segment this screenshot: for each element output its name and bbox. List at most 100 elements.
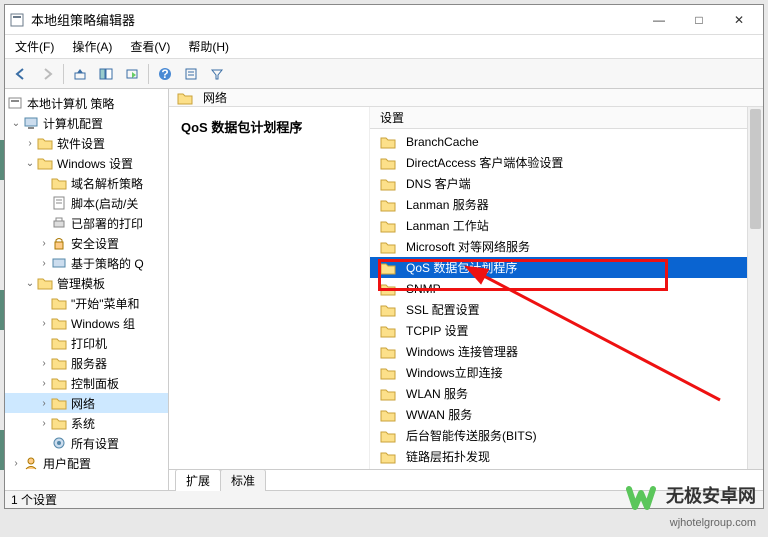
expand-icon[interactable]: › (37, 318, 51, 329)
toolbar: ? (5, 59, 763, 89)
folder-icon (380, 198, 396, 212)
list-item[interactable]: Microsoft 对等网络服务 (370, 236, 763, 257)
close-button[interactable]: ✕ (719, 6, 759, 34)
titlebar: 本地组策略编辑器 — □ ✕ (5, 5, 763, 35)
tree-label: 域名解析策略 (71, 175, 143, 192)
tree-computer-config[interactable]: ⌄ 计算机配置 (5, 113, 168, 133)
list-item[interactable]: 链路层拓扑发现 (370, 446, 763, 467)
list-item[interactable]: DirectAccess 客户端体验设置 (370, 152, 763, 173)
script-icon (51, 196, 67, 210)
list-item[interactable]: BranchCache (370, 131, 763, 152)
tree-root[interactable]: 本地计算机 策略 (5, 93, 168, 113)
help-button[interactable]: ? (153, 62, 177, 86)
scrollbar-thumb[interactable] (750, 109, 761, 229)
tree-scripts[interactable]: 脚本(启动/关 (5, 193, 168, 213)
list-item-label: DNS 客户端 (406, 175, 471, 192)
list-item[interactable]: Lanman 服务器 (370, 194, 763, 215)
back-button[interactable] (9, 62, 33, 86)
list-item[interactable]: SNMP (370, 278, 763, 299)
list-item-label: WWAN 服务 (406, 406, 472, 423)
folder-icon (177, 91, 193, 105)
tree-all-settings[interactable]: 所有设置 (5, 433, 168, 453)
tree-windows-settings[interactable]: ⌄ Windows 设置 (5, 153, 168, 173)
show-hide-tree-button[interactable] (94, 62, 118, 86)
tree-admin-templates[interactable]: ⌄ 管理模板 (5, 273, 168, 293)
list-item-label: QoS 数据包计划程序 (406, 259, 517, 276)
tree-security-settings[interactable]: › 安全设置 (5, 233, 168, 253)
up-button[interactable] (68, 62, 92, 86)
expand-icon[interactable]: › (23, 138, 37, 149)
tree-label: Windows 设置 (57, 155, 133, 172)
collapse-icon[interactable]: ⌄ (9, 118, 23, 129)
tree-label: 基于策略的 Q (71, 255, 144, 272)
folder-icon (37, 136, 53, 150)
folder-icon (380, 135, 396, 149)
list-item-label: BranchCache (406, 135, 479, 149)
folder-icon (51, 416, 67, 430)
settings-icon (51, 436, 67, 450)
tree-printers[interactable]: 打印机 (5, 333, 168, 353)
list-item-label: 后台智能传送服务(BITS) (406, 427, 537, 444)
folder-icon (380, 366, 396, 380)
expand-icon[interactable]: › (37, 418, 51, 429)
list-item[interactable]: SSL 配置设置 (370, 299, 763, 320)
column-header-setting[interactable]: 设置 (370, 107, 763, 129)
tree-user-config[interactable]: › 用户配置 (5, 453, 168, 473)
expand-icon[interactable]: › (37, 238, 51, 249)
collapse-icon[interactable]: ⌄ (23, 278, 37, 289)
tree-windows-components[interactable]: › Windows 组 (5, 313, 168, 333)
menu-file[interactable]: 文件(F) (11, 36, 58, 57)
tree-servers[interactable]: › 服务器 (5, 353, 168, 373)
policy-icon (7, 96, 23, 110)
list-item[interactable]: WLAN 服务 (370, 383, 763, 404)
list-item[interactable]: Lanman 工作站 (370, 215, 763, 236)
tree-start-menu[interactable]: "开始"菜单和 (5, 293, 168, 313)
list-item[interactable]: Windows立即连接 (370, 362, 763, 383)
folder-icon (51, 176, 67, 190)
list-item[interactable]: QoS 数据包计划程序 (370, 257, 763, 278)
folder-icon (380, 429, 396, 443)
minimize-button[interactable]: — (639, 6, 679, 34)
list-item[interactable]: 后台智能传送服务(BITS) (370, 425, 763, 446)
maximize-button[interactable]: □ (679, 6, 719, 34)
menu-action[interactable]: 操作(A) (68, 36, 116, 57)
export-button[interactable] (120, 62, 144, 86)
expand-icon[interactable]: › (9, 458, 23, 469)
list-item[interactable]: DNS 客户端 (370, 173, 763, 194)
menu-view[interactable]: 查看(V) (126, 36, 174, 57)
expand-icon[interactable]: › (37, 378, 51, 389)
tree-control-panel[interactable]: › 控制面板 (5, 373, 168, 393)
list-item[interactable]: Windows 连接管理器 (370, 341, 763, 362)
tree-dns-policy[interactable]: 域名解析策略 (5, 173, 168, 193)
forward-button[interactable] (35, 62, 59, 86)
detail-list-pane: 设置 BranchCache DirectAccess 客户端体验设置 DNS 客户… (369, 107, 763, 469)
folder-icon (380, 261, 396, 275)
tab-standard[interactable]: 标准 (220, 469, 266, 491)
list-item[interactable]: TCPIP 设置 (370, 320, 763, 341)
properties-button[interactable] (179, 62, 203, 86)
list-item[interactable]: WWAN 服务 (370, 404, 763, 425)
app-window: 本地组策略编辑器 — □ ✕ 文件(F) 操作(A) 查看(V) 帮助(H) ?… (4, 4, 764, 509)
filter-button[interactable] (205, 62, 229, 86)
scrollbar[interactable] (747, 107, 763, 469)
tree-label: 打印机 (71, 335, 107, 352)
folder-icon (380, 156, 396, 170)
folder-icon (380, 408, 396, 422)
tree-label: 脚本(启动/关 (71, 195, 138, 212)
expand-icon[interactable]: › (37, 398, 51, 409)
list-item-label: SSL 配置设置 (406, 301, 480, 318)
path-label: 网络 (203, 89, 227, 106)
collapse-icon[interactable]: ⌄ (23, 158, 37, 169)
tab-extended[interactable]: 扩展 (175, 469, 221, 491)
expand-icon[interactable]: › (37, 258, 51, 269)
tree-system[interactable]: › 系统 (5, 413, 168, 433)
expand-icon[interactable]: › (37, 358, 51, 369)
folder-icon (51, 316, 67, 330)
tree-software-settings[interactable]: › 软件设置 (5, 133, 168, 153)
folder-icon (37, 276, 53, 290)
menu-help[interactable]: 帮助(H) (184, 36, 233, 57)
tree-label: 计算机配置 (43, 115, 103, 132)
tree-network[interactable]: › 网络 (5, 393, 168, 413)
tree-policy-qos[interactable]: › 基于策略的 Q (5, 253, 168, 273)
tree-deployed-printers[interactable]: 已部署的打印 (5, 213, 168, 233)
